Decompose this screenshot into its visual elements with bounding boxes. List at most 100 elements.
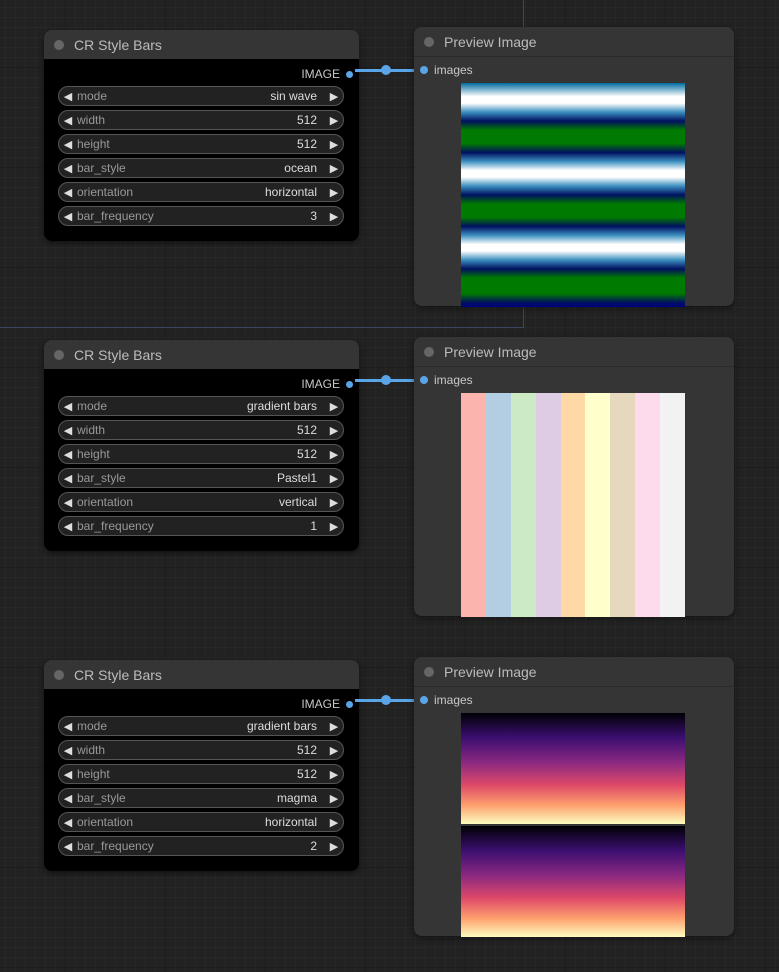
widget-value[interactable]: 512 bbox=[297, 447, 325, 461]
widget-bar-frequency[interactable]: ◀ bar_frequency 3 ▶ bbox=[58, 206, 344, 226]
cr-style-bars-node[interactable]: CR Style Bars IMAGE ◀ mode gradient bars… bbox=[44, 660, 359, 871]
widget-value[interactable]: Pastel1 bbox=[277, 471, 325, 485]
decrement-arrow-icon[interactable]: ◀ bbox=[59, 744, 77, 757]
widget-bar-frequency[interactable]: ◀ bar_frequency 2 ▶ bbox=[58, 836, 344, 856]
widget-value[interactable]: 512 bbox=[297, 743, 325, 757]
node-title-bar[interactable]: Preview Image bbox=[414, 657, 734, 687]
widget-value[interactable]: 2 bbox=[310, 839, 325, 853]
collapse-dot-icon[interactable] bbox=[54, 39, 64, 50]
cr-style-bars-node[interactable]: CR Style Bars IMAGE ◀ mode sin wave ▶ ◀ … bbox=[44, 30, 359, 241]
widget-mode[interactable]: ◀ mode sin wave ▶ bbox=[58, 86, 344, 106]
widget-value[interactable]: magma bbox=[277, 791, 325, 805]
output-socket-icon[interactable] bbox=[346, 380, 353, 388]
node-title-bar[interactable]: CR Style Bars bbox=[44, 30, 359, 59]
increment-arrow-icon[interactable]: ▶ bbox=[325, 496, 343, 509]
increment-arrow-icon[interactable]: ▶ bbox=[325, 162, 343, 175]
widget-value[interactable]: 3 bbox=[310, 209, 325, 223]
widget-orientation[interactable]: ◀ orientation vertical ▶ bbox=[58, 492, 344, 512]
decrement-arrow-icon[interactable]: ◀ bbox=[59, 210, 77, 223]
decrement-arrow-icon[interactable]: ◀ bbox=[59, 138, 77, 151]
increment-arrow-icon[interactable]: ▶ bbox=[325, 400, 343, 413]
decrement-arrow-icon[interactable]: ◀ bbox=[59, 768, 77, 781]
input-socket-icon[interactable] bbox=[420, 696, 428, 704]
output-slot[interactable]: IMAGE bbox=[44, 694, 359, 714]
decrement-arrow-icon[interactable]: ◀ bbox=[59, 840, 77, 853]
widget-mode[interactable]: ◀ mode gradient bars ▶ bbox=[58, 716, 344, 736]
decrement-arrow-icon[interactable]: ◀ bbox=[59, 114, 77, 127]
widget-height[interactable]: ◀ height 512 ▶ bbox=[58, 134, 344, 154]
collapse-dot-icon[interactable] bbox=[424, 36, 434, 47]
widget-mode[interactable]: ◀ mode gradient bars ▶ bbox=[58, 396, 344, 416]
increment-arrow-icon[interactable]: ▶ bbox=[325, 114, 343, 127]
increment-arrow-icon[interactable]: ▶ bbox=[325, 840, 343, 853]
widget-height[interactable]: ◀ height 512 ▶ bbox=[58, 444, 344, 464]
collapse-dot-icon[interactable] bbox=[424, 666, 434, 677]
widget-value[interactable]: horizontal bbox=[265, 185, 325, 199]
cr-style-bars-node[interactable]: CR Style Bars IMAGE ◀ mode gradient bars… bbox=[44, 340, 359, 551]
widget-orientation[interactable]: ◀ orientation horizontal ▶ bbox=[58, 812, 344, 832]
widget-value[interactable]: sin wave bbox=[270, 89, 325, 103]
widget-value[interactable]: 512 bbox=[297, 137, 325, 151]
output-slot[interactable]: IMAGE bbox=[44, 374, 359, 394]
widget-bar-frequency[interactable]: ◀ bar_frequency 1 ▶ bbox=[58, 516, 344, 536]
node-title-bar[interactable]: Preview Image bbox=[414, 337, 734, 367]
collapse-dot-icon[interactable] bbox=[424, 346, 434, 357]
preview-image[interactable] bbox=[461, 393, 686, 617]
increment-arrow-icon[interactable]: ▶ bbox=[325, 186, 343, 199]
widget-value[interactable]: 512 bbox=[297, 113, 325, 127]
decrement-arrow-icon[interactable]: ◀ bbox=[59, 448, 77, 461]
input-slot[interactable]: images bbox=[414, 370, 734, 390]
input-socket-icon[interactable] bbox=[420, 376, 428, 384]
node-title-bar[interactable]: CR Style Bars bbox=[44, 340, 359, 369]
widget-width[interactable]: ◀ width 512 ▶ bbox=[58, 110, 344, 130]
output-slot[interactable]: IMAGE bbox=[44, 64, 359, 84]
increment-arrow-icon[interactable]: ▶ bbox=[325, 720, 343, 733]
decrement-arrow-icon[interactable]: ◀ bbox=[59, 816, 77, 829]
decrement-arrow-icon[interactable]: ◀ bbox=[59, 162, 77, 175]
decrement-arrow-icon[interactable]: ◀ bbox=[59, 472, 77, 485]
widget-value[interactable]: horizontal bbox=[265, 815, 325, 829]
preview-image-node[interactable]: Preview Image images bbox=[414, 337, 734, 617]
link-midpoint-handle[interactable] bbox=[381, 375, 391, 385]
output-socket-icon[interactable] bbox=[346, 70, 353, 78]
increment-arrow-icon[interactable]: ▶ bbox=[325, 472, 343, 485]
increment-arrow-icon[interactable]: ▶ bbox=[325, 816, 343, 829]
widget-value[interactable]: 512 bbox=[297, 423, 325, 437]
preview-image-node[interactable]: Preview Image images bbox=[414, 657, 734, 937]
decrement-arrow-icon[interactable]: ◀ bbox=[59, 186, 77, 199]
input-slot[interactable]: images bbox=[414, 690, 734, 710]
decrement-arrow-icon[interactable]: ◀ bbox=[59, 90, 77, 103]
increment-arrow-icon[interactable]: ▶ bbox=[325, 768, 343, 781]
collapse-dot-icon[interactable] bbox=[54, 349, 64, 360]
increment-arrow-icon[interactable]: ▶ bbox=[325, 90, 343, 103]
widget-width[interactable]: ◀ width 512 ▶ bbox=[58, 420, 344, 440]
widget-value[interactable]: 512 bbox=[297, 767, 325, 781]
widget-value[interactable]: gradient bars bbox=[247, 399, 325, 413]
widget-bar-style[interactable]: ◀ bar_style Pastel1 ▶ bbox=[58, 468, 344, 488]
increment-arrow-icon[interactable]: ▶ bbox=[325, 210, 343, 223]
decrement-arrow-icon[interactable]: ◀ bbox=[59, 720, 77, 733]
increment-arrow-icon[interactable]: ▶ bbox=[325, 138, 343, 151]
preview-image-node[interactable]: Preview Image images bbox=[414, 27, 734, 307]
node-title-bar[interactable]: CR Style Bars bbox=[44, 660, 359, 689]
decrement-arrow-icon[interactable]: ◀ bbox=[59, 496, 77, 509]
widget-width[interactable]: ◀ width 512 ▶ bbox=[58, 740, 344, 760]
decrement-arrow-icon[interactable]: ◀ bbox=[59, 400, 77, 413]
decrement-arrow-icon[interactable]: ◀ bbox=[59, 520, 77, 533]
input-slot[interactable]: images bbox=[414, 60, 734, 80]
link-midpoint-handle[interactable] bbox=[381, 65, 391, 75]
widget-value[interactable]: gradient bars bbox=[247, 719, 325, 733]
preview-image[interactable] bbox=[461, 713, 685, 937]
preview-image[interactable] bbox=[461, 83, 685, 307]
decrement-arrow-icon[interactable]: ◀ bbox=[59, 424, 77, 437]
widget-value[interactable]: ocean bbox=[284, 161, 325, 175]
collapse-dot-icon[interactable] bbox=[54, 669, 64, 680]
widget-bar-style[interactable]: ◀ bar_style magma ▶ bbox=[58, 788, 344, 808]
increment-arrow-icon[interactable]: ▶ bbox=[325, 744, 343, 757]
widget-value[interactable]: vertical bbox=[279, 495, 325, 509]
link-midpoint-handle[interactable] bbox=[381, 695, 391, 705]
increment-arrow-icon[interactable]: ▶ bbox=[325, 424, 343, 437]
widget-bar-style[interactable]: ◀ bar_style ocean ▶ bbox=[58, 158, 344, 178]
widget-height[interactable]: ◀ height 512 ▶ bbox=[58, 764, 344, 784]
widget-orientation[interactable]: ◀ orientation horizontal ▶ bbox=[58, 182, 344, 202]
